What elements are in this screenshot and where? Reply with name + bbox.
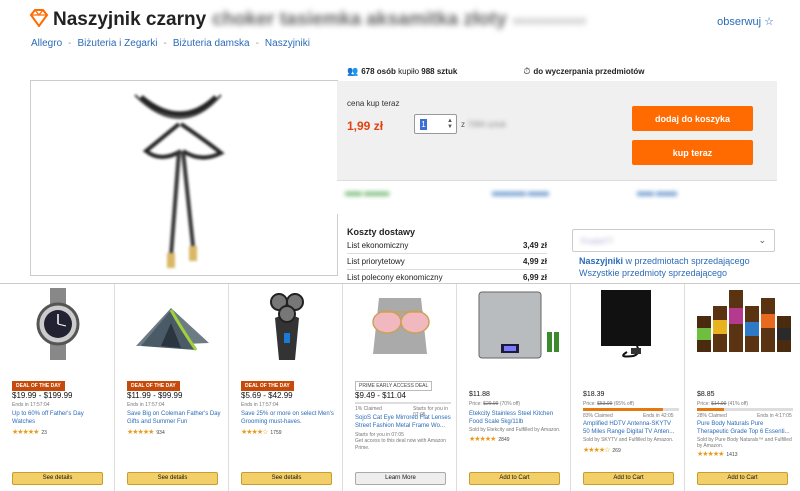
- seller-all-items-link[interactable]: Wszystkie przedmioty sprzedającego: [579, 268, 727, 278]
- deal-title[interactable]: Save Big on Coleman Father's Day Gifts a…: [127, 410, 223, 426]
- deal-badge: DEAL OF THE DAY: [241, 381, 294, 391]
- stopwatch-icon: ⏱: [523, 66, 531, 76]
- seller-dropdown[interactable]: Frodot77 ⌄: [572, 229, 775, 252]
- tent-image: [136, 308, 209, 351]
- product-image[interactable]: [30, 80, 338, 276]
- observe-link[interactable]: obserwuj ☆: [717, 15, 774, 29]
- rating-stars: ★★★★★ 23: [12, 429, 47, 436]
- item-id: ############: [512, 16, 587, 28]
- deal-card[interactable]: DEAL OF THE DAY $5.69 - $42.99 Ends in 1…: [228, 284, 342, 491]
- see-details-button[interactable]: See details: [12, 472, 103, 485]
- shipping-row: List ekonomiczny 3,49 zł: [347, 241, 547, 254]
- shipping-title: Koszty dostawy: [347, 227, 416, 237]
- price: 1,99 zł: [347, 119, 384, 133]
- seller-info-strip: ■■■■ ■■■■■■ ■■■■■■■■ ■■■■■ ■■■■ ■■■■■: [337, 180, 777, 214]
- claimed-bar: [355, 402, 451, 404]
- deal-title[interactable]: SojoS Cat Eye Mirrored Flat Lenses Stree…: [355, 414, 451, 430]
- essential-oils-image: [697, 290, 791, 352]
- deal-price: $19.99 - $199.99: [12, 391, 73, 400]
- breadcrumb-item[interactable]: Biżuteria damska: [173, 38, 250, 49]
- deal-title[interactable]: Up to 60% off Father's Day Watches: [12, 410, 108, 426]
- add-to-cart-button[interactable]: Add to Cart: [469, 472, 560, 485]
- add-to-cart-button[interactable]: Add to Cart: [697, 472, 788, 485]
- deal-badge: DEAL OF THE DAY: [127, 381, 180, 391]
- amazon-deals: DEAL OF THE DAY $19.99 - $199.99 Ends in…: [0, 283, 800, 491]
- deal-price: $8.85: [697, 391, 715, 398]
- people-icon: 👥: [347, 66, 359, 76]
- quantity-available: z 7084 sztuk: [461, 120, 506, 129]
- shaver-image: [270, 293, 304, 360]
- deal-price: $18.39: [583, 391, 605, 398]
- title-blurred: choker tasiemka aksamitka złoty: [212, 9, 507, 30]
- kitchen-scale-image: [478, 291, 559, 359]
- buy-now-button[interactable]: kup teraz: [632, 140, 753, 165]
- deal-title[interactable]: Save 25% or more on select Men's Groomin…: [241, 410, 337, 426]
- rating-stars: ★★★★☆ 1759: [241, 429, 282, 436]
- deal-card[interactable]: DEAL OF THE DAY $11.99 - $99.99 Ends in …: [114, 284, 228, 491]
- rating-stars: ★★★★★ 2849: [469, 436, 510, 443]
- deal-title[interactable]: Etekcity Stainless Steel Kitchen Food Sc…: [469, 410, 565, 426]
- prime-badge: PRIME EARLY ACCESS DEAL: [355, 381, 433, 391]
- deal-title[interactable]: Pure Body Naturals Pure Therapeutic Grad…: [697, 420, 793, 436]
- learn-more-button[interactable]: Learn More: [355, 472, 446, 485]
- shipping-row: List priorytetowy 4,99 zł: [347, 257, 547, 270]
- claimed-bar: [583, 408, 679, 411]
- rating-stars: ★★★★★ 934: [127, 429, 165, 436]
- deal-badge: DEAL OF THE DAY: [12, 381, 65, 391]
- deal-card[interactable]: $18.39 Price: $53.99 (65% off) 83% Claim…: [570, 284, 684, 491]
- see-details-button[interactable]: See details: [127, 472, 218, 485]
- seller-category-link[interactable]: Naszyjniki w przedmiotach sprzedającego: [579, 256, 750, 266]
- allegro-diamond-icon: [29, 9, 49, 27]
- sales-stats: 👥 678 osób kupiło 988 sztuk ⏱ do wyczerpan…: [347, 66, 645, 76]
- deal-price: $11.88: [469, 391, 490, 398]
- breadcrumb-item[interactable]: Biżuteria i Zegarki: [77, 38, 157, 49]
- stepper-arrows-icon[interactable]: ▲ ▼: [447, 118, 453, 130]
- quantity-input[interactable]: 1 ▲ ▼: [414, 114, 457, 134]
- deal-price: $5.69 - $42.99: [241, 391, 293, 400]
- deal-price: $11.99 - $99.99: [127, 391, 183, 400]
- breadcrumb: Allegro - Biżuteria i Zegarki - Biżuteria …: [31, 38, 310, 49]
- deal-card[interactable]: $11.88 Price: $29.99 (70% off) Etekcity …: [456, 284, 570, 491]
- price-label: cena kup teraz: [347, 99, 400, 108]
- chevron-down-icon: ⌄: [758, 235, 766, 245]
- rating-stars: ★★★★★ 1413: [697, 451, 738, 458]
- deal-card[interactable]: DEAL OF THE DAY $19.99 - $199.99 Ends in…: [0, 284, 114, 491]
- claimed-bar: [697, 408, 793, 411]
- breadcrumb-item[interactable]: Allegro: [31, 38, 62, 49]
- antenna-image: [601, 290, 651, 358]
- deal-card[interactable]: $8.85 Price: $14.99 (41% off) 28% Claime…: [684, 284, 800, 491]
- deal-card[interactable]: PRIME EARLY ACCESS DEAL $9.49 - $11.04 1…: [342, 284, 456, 491]
- deal-price: $9.49 - $11.04: [355, 391, 407, 400]
- allegro-listing: Naszyjnik czarny choker tasiemka aksamitk…: [0, 0, 800, 283]
- rating-stars: ★★★★☆ 269: [583, 447, 621, 454]
- breadcrumb-item[interactable]: Naszyjniki: [265, 38, 310, 49]
- see-details-button[interactable]: See details: [241, 472, 332, 485]
- watch-image: [36, 288, 80, 360]
- star-icon: ☆: [764, 16, 774, 28]
- sunglasses-image: [372, 298, 430, 354]
- add-to-cart-button[interactable]: dodaj do koszyka: [632, 106, 753, 131]
- add-to-cart-button[interactable]: Add to Cart: [583, 472, 674, 485]
- page-title: Naszyjnik czarny choker tasiemka aksamitk…: [53, 9, 587, 30]
- deal-title[interactable]: Amplified HDTV Antenna-SKYTV 50 Miles Ra…: [583, 420, 679, 436]
